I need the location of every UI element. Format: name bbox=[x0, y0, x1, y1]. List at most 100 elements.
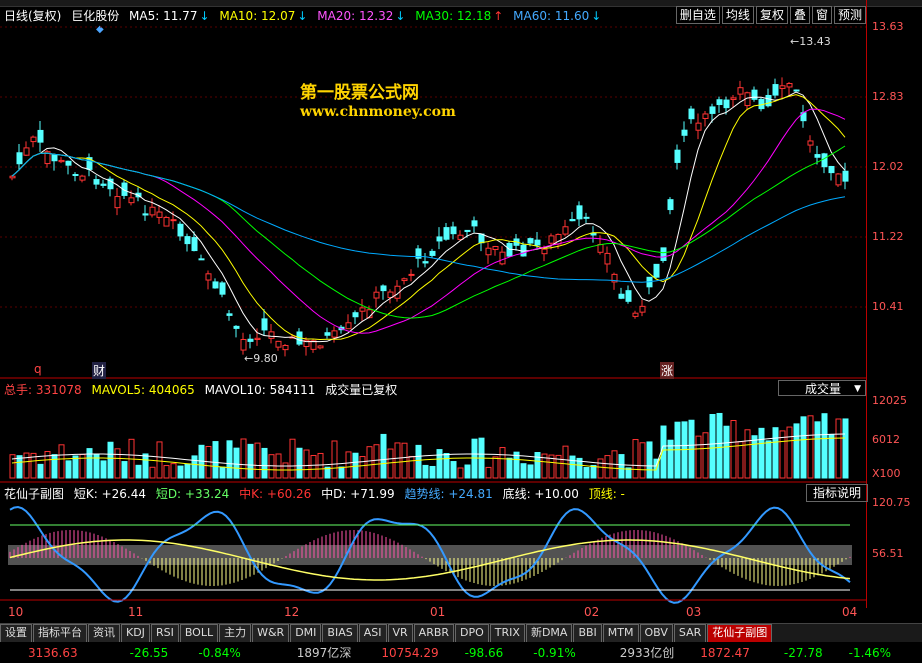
volume-bar bbox=[100, 460, 107, 479]
watermark-url: www.chnmoney.com bbox=[300, 104, 456, 120]
candle bbox=[534, 239, 541, 246]
volume-bar bbox=[373, 444, 380, 479]
volume-bar bbox=[793, 423, 800, 479]
volume-bar bbox=[261, 447, 268, 479]
volume-bar bbox=[786, 426, 793, 479]
tab-16[interactable]: BBI bbox=[573, 624, 602, 642]
volume-bar bbox=[184, 463, 191, 479]
marker-finance[interactable]: 财 bbox=[92, 362, 107, 379]
candle bbox=[499, 251, 506, 265]
price-tick: 12.83 bbox=[872, 90, 904, 103]
month-label: 01 bbox=[430, 605, 446, 619]
tab-17[interactable]: MTM bbox=[602, 624, 639, 642]
candle bbox=[807, 140, 814, 146]
sz-index: 10754.29 bbox=[381, 645, 439, 660]
volume-bar bbox=[744, 429, 751, 479]
candle bbox=[275, 340, 282, 348]
candle bbox=[730, 97, 737, 101]
volume-bar bbox=[716, 412, 723, 479]
candle bbox=[576, 205, 583, 220]
volume-bar bbox=[702, 432, 709, 479]
shortd-label: 短D: +33.24 bbox=[155, 487, 230, 501]
mavol5-label: MAVOL5: 404065 bbox=[91, 383, 195, 397]
candle bbox=[835, 173, 842, 186]
volume-bar bbox=[660, 425, 667, 479]
volume-dropdown[interactable]: 成交量 ▼ bbox=[778, 380, 866, 396]
tab-2[interactable]: 资讯 bbox=[88, 624, 120, 642]
tab-0[interactable]: 设置 bbox=[0, 624, 32, 642]
tab-3[interactable]: KDJ bbox=[121, 624, 150, 642]
tab-18[interactable]: OBV bbox=[639, 624, 673, 642]
tab-8[interactable]: DMI bbox=[290, 624, 322, 642]
tab-5[interactable]: BOLL bbox=[179, 624, 219, 642]
candle bbox=[212, 281, 219, 289]
volume-bar bbox=[338, 466, 345, 479]
volume-bar bbox=[506, 457, 513, 479]
marker-limit-up[interactable]: 涨 bbox=[660, 362, 675, 379]
volume-bar bbox=[121, 461, 128, 479]
volume-bar bbox=[429, 465, 436, 479]
candle bbox=[618, 293, 625, 299]
candle bbox=[632, 312, 639, 317]
volume-bar bbox=[730, 419, 737, 479]
candle bbox=[170, 219, 177, 222]
tab-6[interactable]: 主力 bbox=[219, 624, 252, 642]
month-label: 11 bbox=[128, 605, 144, 619]
volume-bar bbox=[618, 454, 625, 479]
candle bbox=[177, 223, 184, 237]
indicator-help-button[interactable]: 指标说明 bbox=[806, 484, 868, 502]
volume-bar bbox=[331, 440, 338, 479]
volume-bar bbox=[492, 456, 499, 479]
tab-12[interactable]: ARBR bbox=[413, 624, 455, 642]
volume-bar bbox=[163, 465, 170, 479]
tab-13[interactable]: DPO bbox=[455, 624, 489, 642]
bottom-label: 底线: +10.00 bbox=[502, 487, 579, 501]
volume-bar bbox=[520, 463, 527, 479]
volume-bar bbox=[443, 453, 450, 479]
candle bbox=[331, 330, 338, 338]
tab-15[interactable]: 新DMA bbox=[525, 624, 573, 642]
volume-bar bbox=[51, 454, 58, 479]
volume-bar bbox=[457, 467, 464, 479]
volume-bar bbox=[394, 442, 401, 479]
tab-4[interactable]: RSI bbox=[150, 624, 179, 642]
tab-10[interactable]: ASI bbox=[358, 624, 387, 642]
sh-amount: 1897亿 bbox=[296, 646, 340, 660]
candle bbox=[625, 290, 632, 302]
volume-bar bbox=[814, 421, 821, 479]
watermark-title: 第一股票公式网 bbox=[300, 83, 419, 103]
chevron-down-icon: ▼ bbox=[854, 384, 861, 394]
volume-bar bbox=[240, 438, 247, 479]
volume-bar bbox=[212, 441, 219, 479]
price-tick: 10.41 bbox=[872, 300, 904, 313]
candle bbox=[240, 338, 247, 351]
tab-19[interactable]: SAR bbox=[673, 624, 707, 642]
volume-bar bbox=[639, 442, 646, 479]
candle bbox=[149, 206, 156, 216]
candle bbox=[527, 238, 534, 244]
candle bbox=[254, 337, 261, 340]
volume-tick: 12025 bbox=[872, 394, 907, 407]
candle bbox=[429, 250, 436, 256]
candle bbox=[233, 325, 240, 329]
candle bbox=[205, 273, 212, 281]
candle bbox=[142, 213, 149, 216]
chart-canvas[interactable] bbox=[0, 0, 866, 608]
indicator-name[interactable]: 花仙子副图 bbox=[4, 487, 64, 501]
tab-9[interactable]: BIAS bbox=[322, 624, 358, 642]
tab-14[interactable]: TRIX bbox=[489, 624, 525, 642]
tab-7[interactable]: W&R bbox=[252, 624, 290, 642]
tab-11[interactable]: VR bbox=[387, 624, 413, 642]
month-label: 03 bbox=[686, 605, 702, 619]
tab-1[interactable]: 指标平台 bbox=[33, 624, 87, 642]
candle bbox=[191, 237, 198, 252]
candle bbox=[583, 216, 590, 219]
volume-note: 成交量已复权 bbox=[325, 383, 398, 397]
candle bbox=[751, 89, 758, 100]
tab-20[interactable]: 花仙子副图 bbox=[707, 624, 773, 642]
high-price-value: 13.43 bbox=[799, 35, 831, 48]
candle bbox=[464, 229, 471, 232]
candle bbox=[261, 318, 268, 331]
volume-bar bbox=[226, 440, 233, 479]
volume-bar bbox=[737, 441, 744, 479]
